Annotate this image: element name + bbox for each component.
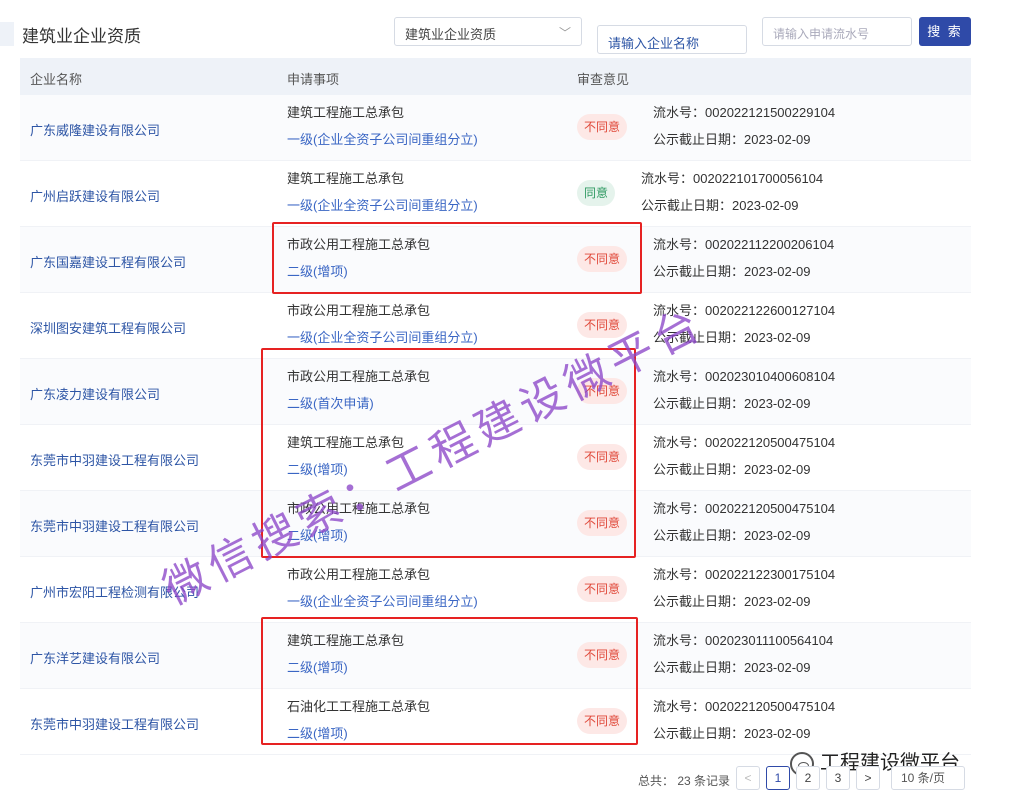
deadline-date: 公示截止日期：2023-02-09: [653, 726, 811, 741]
application-level: 二级(增项): [287, 726, 348, 741]
application-level: 二级(首次申请): [287, 396, 374, 411]
column-item: 申请事项: [287, 72, 340, 87]
deadline-date: 公示截止日期：2023-02-09: [653, 396, 811, 411]
deadline-date: 公示截止日期：2023-02-09: [653, 594, 811, 609]
company-name-link[interactable]: 深圳图安建筑工程有限公司: [30, 318, 186, 337]
page-edge-stub: [0, 22, 14, 46]
table-row: 东莞市中羽建设工程有限公司 建筑工程施工总承包 二级(增项) 不同意 流水号：00202…: [20, 425, 971, 491]
table-row: 广东凌力建设有限公司 市政公用工程施工总承包 二级(首次申请) 不同意 流水号：0020…: [20, 359, 971, 425]
deadline-date: 公示截止日期：2023-02-09: [653, 330, 811, 345]
table-row: 广东国嘉建设工程有限公司 市政公用工程施工总承包 二级(增项) 不同意 流水号：0020…: [20, 227, 971, 293]
deadline-date: 公示截止日期：2023-02-09: [653, 462, 811, 477]
opinion-badge: 不同意: [577, 444, 628, 470]
chevron-down-icon: ﹀: [558, 26, 571, 40]
application-item: 市政公用工程施工总承包: [287, 501, 431, 516]
category-select[interactable]: 建筑业企业资质 ﹀: [394, 17, 582, 46]
deadline-date: 公示截止日期：2023-02-09: [641, 198, 799, 213]
deadline-date: 公示截止日期：2023-02-09: [653, 528, 811, 543]
page-1-button[interactable]: 1: [766, 766, 790, 790]
table-header: 企业名称 申请事项 审查意见: [20, 58, 971, 95]
company-name-link[interactable]: 广东洋艺建设有限公司: [30, 648, 160, 667]
next-page-button[interactable]: >: [856, 766, 880, 790]
company-name-input[interactable]: 请输入企业名称: [597, 25, 747, 54]
application-level: 一级(企业全资子公司间重组分立): [287, 594, 478, 609]
table-body: 广东威隆建设有限公司 建筑工程施工总承包 一级(企业全资子公司间重组分立) 不同意 流水…: [20, 95, 971, 755]
application-level: 一级(企业全资子公司间重组分立): [287, 330, 478, 345]
opinion-badge: 不同意: [577, 576, 628, 602]
column-opinion: 审查意见: [577, 72, 630, 87]
application-level: 二级(增项): [287, 528, 348, 543]
application-item: 市政公用工程施工总承包: [287, 303, 431, 318]
page-2-button[interactable]: 2: [796, 766, 820, 790]
deadline-date: 公示截止日期：2023-02-09: [653, 264, 811, 279]
page-3-button[interactable]: 3: [826, 766, 850, 790]
application-item: 市政公用工程施工总承包: [287, 369, 431, 384]
serial-number: 流水号：002022122600127104: [653, 303, 836, 318]
application-level: 二级(增项): [287, 462, 348, 477]
pagination: 总共： 23 条记录 < 1 2 3 > 10 条/页: [0, 766, 1032, 792]
page-size-select[interactable]: 10 条/页: [891, 766, 965, 790]
serial-number: 流水号：002022120500475104: [653, 501, 836, 516]
page-title: 建筑业企业资质: [22, 27, 141, 46]
opinion-badge: 不同意: [577, 378, 628, 404]
application-level: 一级(企业全资子公司间重组分立): [287, 198, 478, 213]
application-item: 建筑工程施工总承包: [287, 435, 405, 450]
opinion-badge: 同意: [577, 180, 616, 206]
application-level: 二级(增项): [287, 660, 348, 675]
table-row: 广州市宏阳工程检测有限公司 市政公用工程施工总承包一级(企业全资子公司间重组分立)…: [20, 557, 971, 623]
opinion-badge: 不同意: [577, 642, 628, 668]
company-name-link[interactable]: 广州启跃建设有限公司: [30, 186, 160, 205]
deadline-date: 公示截止日期：2023-02-09: [653, 660, 811, 675]
application-item: 市政公用工程施工总承包: [287, 567, 431, 582]
company-name-link[interactable]: 东莞市中羽建设工程有限公司: [30, 450, 199, 469]
table-row: 东莞市中羽建设工程有限公司 市政公用工程施工总承包 二级(增项) 不同意 流水号：002…: [20, 491, 971, 557]
application-item: 建筑工程施工总承包: [287, 105, 405, 120]
serial-number: 流水号：002023010400608104: [653, 369, 836, 384]
company-name-link[interactable]: 东莞市中羽建设工程有限公司: [30, 516, 199, 535]
opinion-badge: 不同意: [577, 114, 628, 140]
serial-number: 流水号：002023011100564104: [653, 633, 834, 648]
application-level: 一级(企业全资子公司间重组分立): [287, 132, 478, 147]
search-button[interactable]: 搜 索: [919, 17, 971, 46]
opinion-badge: 不同意: [577, 708, 628, 734]
opinion-badge: 不同意: [577, 246, 628, 272]
application-item: 建筑工程施工总承包: [287, 171, 405, 186]
opinion-badge: 不同意: [577, 510, 628, 536]
table-row: 深圳图安建筑工程有限公司 市政公用工程施工总承包一级(企业全资子公司间重组分立) 不…: [20, 293, 971, 359]
table-row: 广东洋艺建设有限公司 建筑工程施工总承包 二级(增项) 不同意 流水号：00202301…: [20, 623, 971, 689]
application-item: 建筑工程施工总承包: [287, 633, 405, 648]
serial-number-input[interactable]: 请输入申请流水号: [762, 17, 912, 46]
category-select-value: 建筑业企业资质: [405, 27, 497, 42]
company-name-link[interactable]: 广东威隆建设有限公司: [30, 120, 160, 139]
deadline-date: 公示截止日期：2023-02-09: [653, 132, 811, 147]
table-row: 广州启跃建设有限公司 建筑工程施工总承包一级(企业全资子公司间重组分立) 同意 流水号…: [20, 161, 971, 227]
application-item: 石油化工工程施工总承包: [287, 699, 431, 714]
application-level: 二级(增项): [287, 264, 348, 279]
serial-number: 流水号：002022120500475104: [653, 435, 836, 450]
serial-number: 流水号：002022101700056104: [641, 171, 824, 186]
serial-number: 流水号：002022121500229104: [653, 105, 836, 120]
total-records: 总共： 23 条记录: [638, 774, 731, 788]
table-row: 广东威隆建设有限公司 建筑工程施工总承包一级(企业全资子公司间重组分立) 不同意 流水…: [20, 95, 971, 161]
serial-number: 流水号：002022112200206104: [653, 237, 835, 252]
serial-number: 流水号：002022122300175104: [653, 567, 836, 582]
opinion-badge: 不同意: [577, 312, 628, 338]
prev-page-button[interactable]: <: [736, 766, 760, 790]
serial-number: 流水号：002022120500475104: [653, 699, 836, 714]
company-name-link[interactable]: 广东国嘉建设工程有限公司: [30, 252, 186, 271]
company-name-link[interactable]: 广东凌力建设有限公司: [30, 384, 160, 403]
company-name-link[interactable]: 东莞市中羽建设工程有限公司: [30, 714, 199, 733]
column-company: 企业名称: [30, 72, 83, 87]
company-name-link[interactable]: 广州市宏阳工程检测有限公司: [30, 582, 199, 601]
results-table: 企业名称 申请事项 审查意见 广东威隆建设有限公司 建筑工程施工总承包 一级(企业全…: [20, 58, 971, 755]
application-item: 市政公用工程施工总承包: [287, 237, 431, 252]
